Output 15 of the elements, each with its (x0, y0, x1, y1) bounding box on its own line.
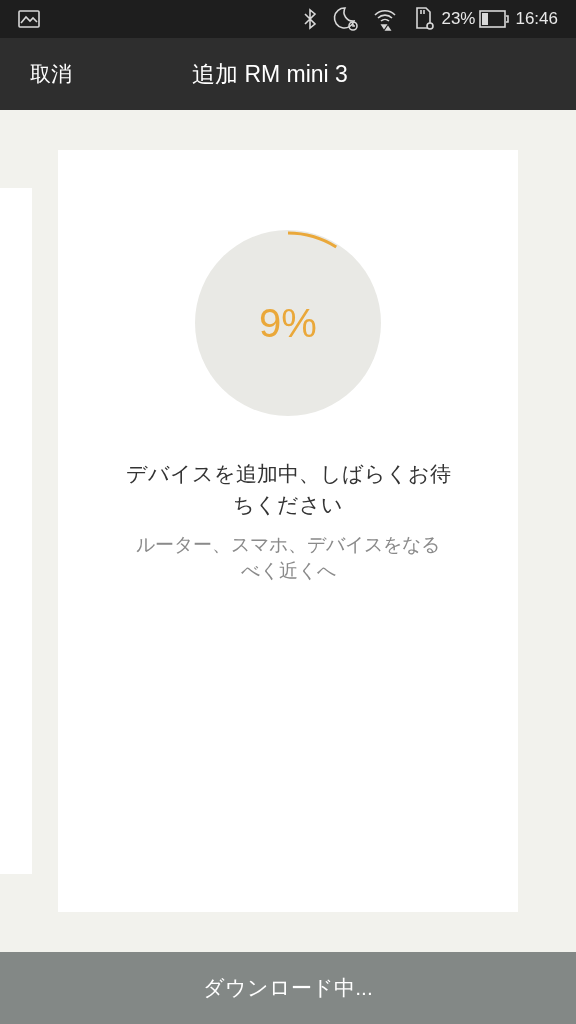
screen-title: 追加 RM mini 3 (192, 59, 348, 89)
status-time: 16:46 (515, 8, 558, 31)
bluetooth-icon (303, 8, 318, 30)
battery-icon (479, 10, 510, 28)
progress-percentage: 9% (259, 300, 317, 347)
wifi-icon (373, 7, 398, 31)
status-message: デバイスを追加中、しばらくお待ちください (124, 461, 452, 518)
cancel-button[interactable]: 取消 (30, 58, 72, 90)
battery-percentage: 23% (441, 8, 476, 31)
hint-text: ルーター、スマホ、デバイスをなるべく近くへ (135, 533, 441, 583)
sd-card-icon (413, 7, 436, 31)
progress-arc (287, 231, 337, 249)
download-status: ダウンロード中... (203, 975, 373, 1002)
moon-alarm-icon (333, 6, 360, 32)
image-icon (18, 10, 40, 28)
